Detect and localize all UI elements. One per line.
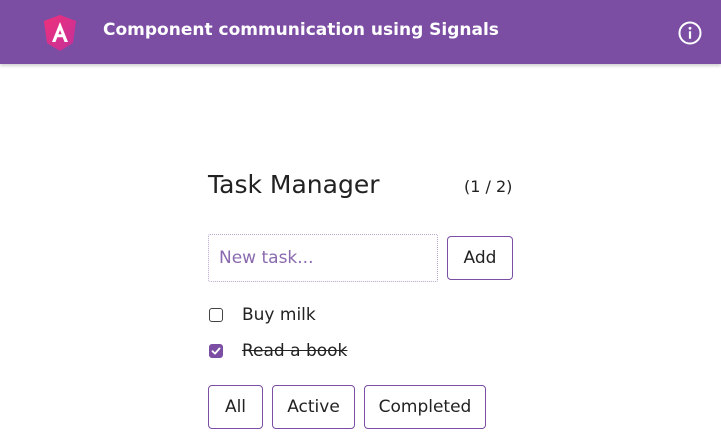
- task-count: (1 / 2): [464, 177, 513, 196]
- task-checkbox[interactable]: [209, 308, 223, 322]
- add-task-button[interactable]: Add: [447, 236, 513, 280]
- task-label: Read a book: [242, 341, 348, 361]
- filter-active-button[interactable]: Active: [272, 385, 355, 429]
- filter-completed-button[interactable]: Completed: [364, 385, 486, 429]
- page-title: Task Manager: [208, 170, 380, 199]
- app-title: Component communication using Signals: [103, 20, 499, 40]
- task-item: Buy milk: [208, 303, 316, 327]
- task-checkbox[interactable]: [209, 344, 223, 358]
- info-icon[interactable]: [678, 21, 702, 45]
- checkmark-icon: [211, 347, 221, 355]
- task-label: Buy milk: [242, 305, 316, 325]
- angular-logo-icon: [44, 15, 76, 51]
- new-task-input[interactable]: [208, 234, 438, 282]
- task-item: Read a book: [208, 339, 347, 363]
- filter-all-button[interactable]: All: [208, 385, 263, 429]
- app-header: Component communication using Signals: [0, 0, 721, 64]
